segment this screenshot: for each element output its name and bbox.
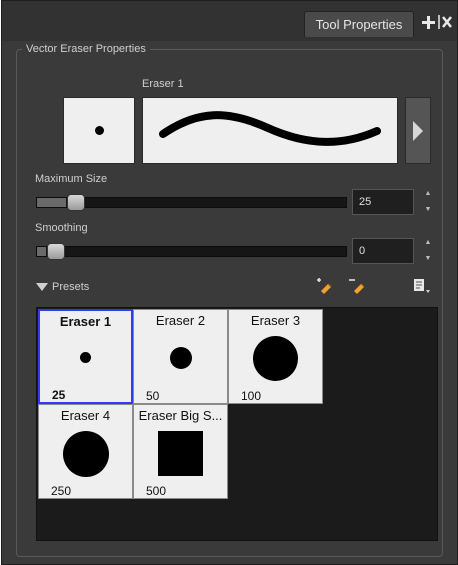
preset-name: Eraser Big S...: [138, 408, 223, 423]
preset-name: Eraser 4: [60, 408, 111, 423]
stroke-preview-next-button[interactable]: [405, 97, 431, 164]
preset-name: Eraser 2: [155, 313, 206, 328]
eraser-name-label: Eraser 1: [142, 78, 184, 90]
chevron-right-icon: [413, 120, 423, 141]
tab-tool-properties[interactable]: Tool Properties: [304, 11, 414, 37]
delete-preset-icon[interactable]: [349, 278, 367, 294]
plus-icon[interactable]: [420, 13, 436, 31]
preset-eraser-3[interactable]: Eraser 3 100: [228, 309, 323, 404]
preset-tip-dot: [63, 431, 109, 477]
preset-tip-dot: [170, 347, 192, 369]
max-size-slider-thumb[interactable]: [67, 194, 85, 211]
preset-size: 250: [51, 484, 72, 498]
preset-tip-square: [158, 431, 203, 476]
tip-dot: [95, 126, 104, 135]
max-size-slider-fill: [37, 198, 66, 207]
smoothing-slider-thumb[interactable]: [47, 243, 65, 260]
preset-size: 100: [241, 389, 262, 403]
max-size-slider[interactable]: [36, 194, 347, 211]
preset-size: 50: [146, 389, 160, 403]
preset-size: 500: [146, 484, 167, 498]
presets-list[interactable]: Eraser 1 25 Eraser 2 50 Eraser 3 100 Era…: [36, 307, 438, 541]
smoothing-field[interactable]: 0: [352, 238, 414, 264]
max-size-spinner[interactable]: ▲ ▼: [422, 189, 434, 215]
tool-properties-panel: Tool Properties Vector Eraser Properties…: [1, 0, 458, 565]
close-icon[interactable]: [438, 13, 454, 31]
spin-down-icon[interactable]: ▼: [425, 254, 432, 264]
preset-tip-dot: [80, 352, 91, 363]
stroke-preview-curve: [159, 111, 381, 146]
smoothing-slider[interactable]: [36, 243, 347, 260]
smoothing-slider-fill: [37, 247, 46, 256]
preset-menu-icon[interactable]: [413, 278, 431, 294]
presets-toggle[interactable]: Presets: [36, 281, 89, 293]
spin-up-icon[interactable]: ▲: [425, 238, 432, 248]
smoothing-spinner[interactable]: ▲ ▼: [422, 238, 434, 264]
preset-eraser-2[interactable]: Eraser 2 50: [133, 309, 228, 404]
tip-preview: [63, 97, 135, 164]
stroke-preview: [142, 97, 398, 164]
max-size-field[interactable]: 25: [352, 189, 414, 215]
triangle-down-icon: [36, 283, 48, 291]
presets-label: Presets: [52, 281, 90, 293]
preset-name: Eraser 3: [250, 313, 301, 328]
new-preset-icon[interactable]: [315, 278, 333, 294]
preset-tip-dot: [253, 336, 298, 381]
smoothing-label: Smoothing: [35, 222, 88, 234]
preset-size: 25: [52, 388, 66, 402]
group-title: Vector Eraser Properties: [22, 43, 150, 55]
preset-name: Eraser 1: [59, 314, 112, 329]
spin-up-icon[interactable]: ▲: [425, 189, 432, 199]
spin-down-icon[interactable]: ▼: [425, 205, 432, 215]
preset-eraser-big-square[interactable]: Eraser Big S... 500: [133, 404, 228, 499]
preset-eraser-1[interactable]: Eraser 1 25: [38, 309, 133, 404]
tab-bar: Tool Properties: [2, 1, 457, 41]
preset-eraser-4[interactable]: Eraser 4 250: [38, 404, 133, 499]
max-size-label: Maximum Size: [35, 173, 108, 185]
